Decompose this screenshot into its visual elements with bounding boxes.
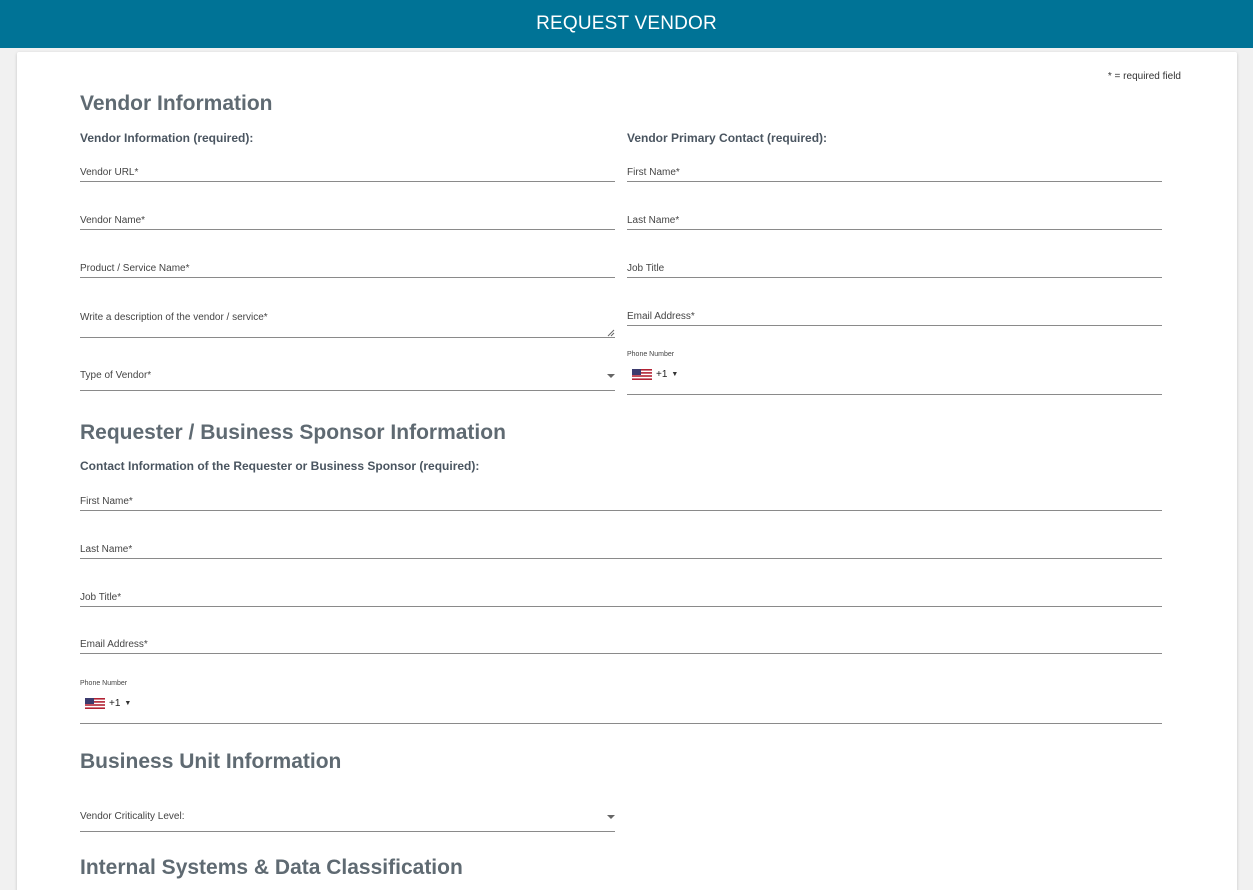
country-code-select[interactable]: +1 ▼ — [632, 369, 678, 380]
field-label: Email Address* — [627, 311, 695, 322]
chevron-down-icon — [607, 374, 615, 378]
requester-last-name-field[interactable]: Last Name* — [80, 537, 1162, 559]
requester-job-title-field[interactable]: Job Title* — [80, 585, 1162, 607]
us-flag-icon — [85, 698, 105, 709]
us-flag-icon — [632, 369, 652, 380]
vendor-url-field[interactable]: Vendor URL* — [80, 160, 615, 182]
field-label: Type of Vendor* — [80, 370, 152, 381]
resize-grip-icon[interactable] — [607, 329, 615, 337]
chevron-down-icon — [607, 815, 615, 819]
vendor-section-title: Vendor Information — [80, 92, 273, 115]
country-code: +1 — [656, 369, 668, 380]
phone-label: Phone Number — [627, 351, 675, 358]
field-label: First Name* — [80, 496, 133, 507]
vendor-description-textarea[interactable]: Write a description of the vendor / serv… — [80, 304, 615, 338]
requester-phone-field[interactable]: Phone Number +1 ▼ — [80, 680, 1162, 724]
requester-section-title: Requester / Business Sponsor Information — [80, 421, 506, 444]
vendor-criticality-select[interactable]: Vendor Criticality Level: — [80, 804, 615, 832]
field-label: Write a description of the vendor / serv… — [80, 312, 268, 323]
field-label: First Name* — [627, 167, 680, 178]
requester-subtitle: Contact Information of the Requester or … — [80, 459, 480, 473]
vendor-info-subtitle: Vendor Information (required): — [80, 131, 254, 145]
field-label: Job Title* — [80, 592, 122, 603]
required-field-note: * = required field — [1107, 71, 1181, 82]
contact-phone-field[interactable]: Phone Number +1 ▼ — [627, 351, 1162, 395]
page-header: REQUEST VENDOR — [0, 0, 1253, 48]
requester-email-field[interactable]: Email Address* — [80, 632, 1162, 654]
country-code-select[interactable]: +1 ▼ — [85, 698, 131, 709]
contact-email-field[interactable]: Email Address* — [627, 304, 1162, 326]
field-label: Email Address* — [80, 639, 148, 650]
caret-down-icon: ▼ — [124, 700, 132, 707]
page-title: REQUEST VENDOR — [536, 13, 717, 34]
field-label: Vendor Criticality Level: — [80, 811, 185, 822]
vendor-contact-subtitle: Vendor Primary Contact (required): — [627, 131, 828, 145]
phone-label: Phone Number — [80, 680, 128, 687]
product-service-name-field[interactable]: Product / Service Name* — [80, 256, 615, 278]
field-label: Last Name* — [80, 544, 133, 555]
field-label: Last Name* — [627, 215, 680, 226]
type-of-vendor-select[interactable]: Type of Vendor* — [80, 358, 615, 391]
contact-job-title-field[interactable]: Job Title — [627, 256, 1162, 278]
field-label: Product / Service Name* — [80, 263, 190, 274]
internal-systems-section-title: Internal Systems & Data Classification — [80, 856, 463, 879]
country-code: +1 — [109, 698, 121, 709]
caret-down-icon: ▼ — [671, 371, 679, 378]
vendor-name-field[interactable]: Vendor Name* — [80, 208, 615, 230]
field-label: Vendor URL* — [80, 167, 139, 178]
field-label: Job Title — [627, 263, 665, 274]
field-label: Vendor Name* — [80, 215, 146, 226]
business-unit-section-title: Business Unit Information — [80, 750, 342, 773]
requester-first-name-field[interactable]: First Name* — [80, 489, 1162, 511]
contact-last-name-field[interactable]: Last Name* — [627, 208, 1162, 230]
form-card: * = required field Vendor Information Ve… — [17, 52, 1237, 890]
contact-first-name-field[interactable]: First Name* — [627, 160, 1162, 182]
